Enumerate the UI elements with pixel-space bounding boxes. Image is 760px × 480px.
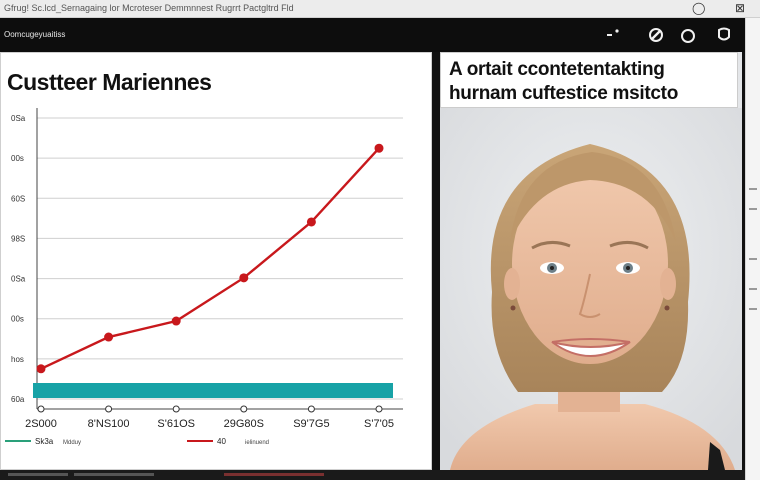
baseline-band xyxy=(33,383,393,398)
more-icon[interactable] xyxy=(606,27,620,46)
x-tick-mark xyxy=(105,405,113,413)
chart-panel: 0Sa 00s 60S 98S 0Sa 00s hos 60a 2S000 8'NS100 S'61… xyxy=(0,52,432,470)
legend-label: 40 xyxy=(217,437,226,446)
app-name: Oomcugeyuaitiss xyxy=(4,30,66,39)
status-segment xyxy=(224,473,324,476)
window-title: Gfrug! Sc.lcd_Sernagaing lor Mcroteser D… xyxy=(4,3,294,13)
status-segment xyxy=(8,473,68,476)
x-tick-label: 29G80S xyxy=(224,418,264,430)
caption-line-1: A ortait ccontetentakting xyxy=(449,59,665,80)
legend-sub: ielinuend xyxy=(245,440,269,446)
app-toolbar: Oomcugeyuaitiss xyxy=(0,18,745,52)
x-tick-mark xyxy=(172,405,180,413)
y-tick-label: 60S xyxy=(11,194,25,203)
legend-sub: Mdduy xyxy=(63,440,81,446)
y-tick-label: hos xyxy=(11,355,24,364)
shield-icon[interactable] xyxy=(717,27,731,46)
line-chart: 0Sa 00s 60S 98S 0Sa 00s hos 60a 2S000 8'NS100 S'61… xyxy=(5,108,403,446)
data-point xyxy=(36,364,46,374)
portrait-photo xyxy=(440,108,742,470)
status-segment xyxy=(74,473,154,476)
x-tick-label: 8'NS100 xyxy=(88,418,130,430)
y-tick-label: 0Sa xyxy=(11,275,26,284)
y-tick-label: 00s xyxy=(11,315,24,324)
x-tick-mark xyxy=(307,405,315,413)
data-point xyxy=(239,273,249,283)
scroll-tick xyxy=(749,288,757,290)
y-tick-label: 98S xyxy=(11,234,25,243)
legend-label: Sk3a xyxy=(35,437,54,446)
circle-icon[interactable] xyxy=(680,27,696,46)
edit-icon[interactable] xyxy=(648,27,664,46)
y-tick-label: 00s xyxy=(11,154,24,163)
photo-caption: A ortait ccontetentakting hurnam cuftest… xyxy=(440,52,738,108)
x-tick-mark xyxy=(240,405,248,413)
data-point xyxy=(171,316,181,326)
x-tick-label: S9'7G5 xyxy=(293,418,329,430)
scroll-tick xyxy=(749,208,757,210)
status-bar xyxy=(0,470,745,480)
x-tick-label: 2S000 xyxy=(25,418,57,430)
scrollbar[interactable] xyxy=(745,18,760,480)
x-tick-label: S'7'05 xyxy=(364,418,394,430)
minimize-icon[interactable]: ◯ xyxy=(692,1,705,15)
scroll-tick xyxy=(749,188,757,190)
scroll-tick xyxy=(749,258,757,260)
presentation-app: Oomcugeyuaitiss 0Sa 00s 60S 98S 0Sa 00s hos 60a… xyxy=(0,18,745,476)
x-tick-mark xyxy=(37,405,45,413)
data-point xyxy=(306,217,316,227)
chart-title: Custteer Mariennes xyxy=(7,69,212,95)
scroll-tick xyxy=(749,308,757,310)
data-point xyxy=(374,143,384,153)
caption-line-2: hurnam cuftestice msitcto xyxy=(449,83,678,104)
data-point xyxy=(104,332,114,342)
series-line xyxy=(40,147,380,370)
y-tick-label: 0Sa xyxy=(11,114,26,123)
photo-panel: A ortait ccontetentakting hurnam cuftest… xyxy=(440,52,742,470)
x-tick-label: S'61OS xyxy=(157,418,195,430)
close-icon[interactable]: ⊠ xyxy=(735,1,745,15)
y-tick-label: 60a xyxy=(11,395,25,404)
x-tick-mark xyxy=(375,405,383,413)
browser-title-bar: Gfrug! Sc.lcd_Sernagaing lor Mcroteser D… xyxy=(0,0,760,18)
